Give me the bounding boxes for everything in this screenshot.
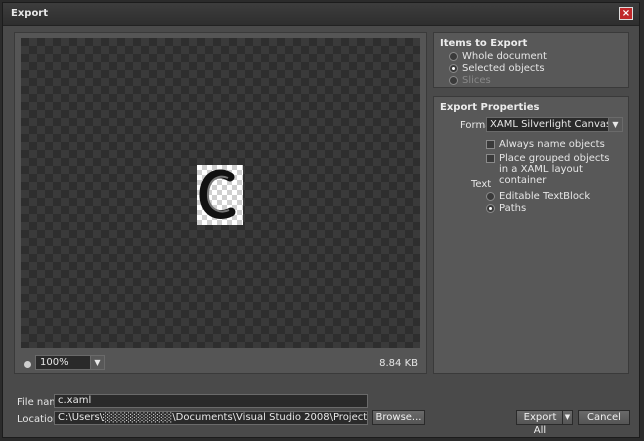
file-size: 8.84 KB — [379, 358, 418, 369]
radio-selected-objects[interactable]: Selected objects — [449, 63, 545, 74]
browse-button[interactable]: Browse... — [372, 410, 425, 425]
dropdown-arrow-icon[interactable]: ▼ — [562, 411, 572, 424]
cancel-button[interactable]: Cancel — [578, 410, 630, 425]
close-icon[interactable]: × — [619, 7, 633, 20]
format-value: XAML Silverlight Canvas — [490, 119, 612, 130]
export-all-button[interactable]: Export All ▼ — [516, 410, 573, 436]
preview-thumbnail — [197, 165, 243, 225]
radio-icon — [449, 52, 458, 61]
preview-canvas — [21, 38, 420, 348]
radio-whole-document[interactable]: Whole document — [449, 51, 547, 62]
radio-selected-icon — [486, 204, 495, 213]
zoom-indicator-icon — [24, 361, 31, 368]
format-select[interactable]: XAML Silverlight Canvas ▼ — [486, 117, 623, 132]
file-name-input[interactable]: c.xaml — [54, 394, 368, 408]
radio-icon — [486, 192, 495, 201]
zoom-select[interactable]: 100% ▼ — [35, 355, 105, 370]
radio-paths[interactable]: Paths — [486, 203, 526, 214]
always-name-objects-checkbox[interactable]: Always name objects — [486, 139, 605, 150]
text-label: Text — [471, 179, 492, 190]
export-dialog: Export × 100% ▼ 8.84 KB Items to Export … — [2, 2, 640, 438]
chevron-down-icon[interactable]: ▼ — [90, 356, 104, 369]
checkbox-icon — [486, 154, 495, 163]
export-properties-group: Export Properties Format XAML Silverligh… — [433, 96, 629, 374]
location-label: Location — [17, 414, 60, 425]
location-input[interactable]: C:\Users\░░░░░░░░░\Documents\Visual Stud… — [54, 411, 368, 425]
radio-icon — [449, 76, 458, 85]
radio-selected-icon — [449, 64, 458, 73]
export-all-label: Export All — [523, 412, 557, 436]
place-grouped-checkbox[interactable]: Place grouped objects in a XAML layout c… — [486, 153, 621, 186]
preview-panel: 100% ▼ 8.84 KB — [14, 32, 427, 374]
captcha-letter-image — [199, 169, 236, 219]
items-to-export-group: Items to Export Whole document Selected … — [433, 32, 629, 88]
dialog-title: Export — [11, 8, 49, 19]
chevron-down-icon[interactable]: ▼ — [608, 118, 622, 131]
radio-slices: Slices — [449, 75, 491, 86]
items-to-export-title: Items to Export — [440, 38, 528, 49]
radio-editable-textblock[interactable]: Editable TextBlock — [486, 191, 590, 202]
zoom-value: 100% — [40, 357, 69, 368]
checkbox-icon — [486, 140, 495, 149]
export-properties-title: Export Properties — [440, 102, 540, 113]
title-bar: Export × — [3, 3, 639, 26]
